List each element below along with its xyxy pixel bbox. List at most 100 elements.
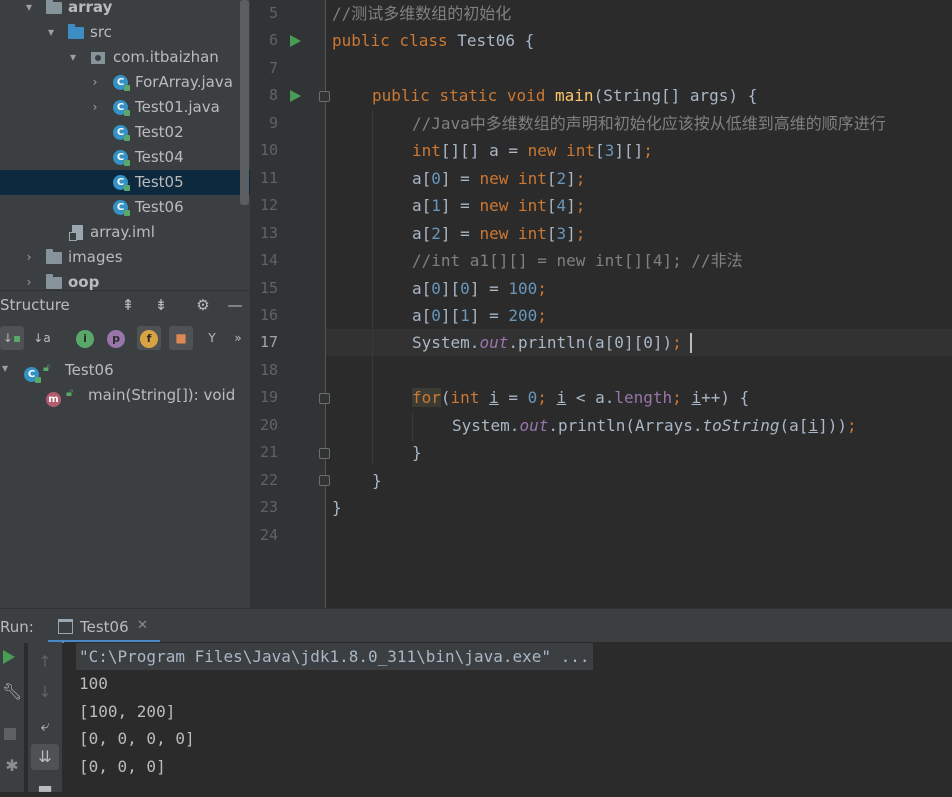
arrow-down-icon[interactable]: ↓ bbox=[35, 682, 55, 701]
tree-item-test06[interactable]: C Test06 bbox=[0, 195, 250, 220]
code-line-13: a[2] = new int[3]; bbox=[412, 224, 586, 243]
tree-item-package[interactable]: ▾ com.itbaizhan bbox=[0, 45, 250, 70]
tree-item-test04[interactable]: C Test04 bbox=[0, 145, 250, 170]
fold-marker-icon[interactable] bbox=[319, 448, 330, 459]
code-text: ++) { bbox=[701, 388, 750, 407]
show-properties-icon[interactable]: p bbox=[104, 326, 128, 350]
text-caret bbox=[690, 333, 692, 353]
tree-item-array-iml[interactable]: array.iml bbox=[0, 220, 250, 245]
file-icon bbox=[69, 224, 87, 241]
loop-variable: i bbox=[808, 416, 819, 435]
print-icon[interactable]: ▬ bbox=[35, 778, 55, 797]
chevron-down-icon[interactable]: ▾ bbox=[66, 49, 80, 65]
number: 1 bbox=[460, 306, 470, 325]
code-text: [ bbox=[595, 141, 605, 160]
code-text: .println(Arrays. bbox=[548, 416, 703, 435]
code-line-9: //Java中多维数组的声明和初始化应该按从低维到高维的顺序进行 bbox=[412, 110, 886, 137]
tree-item-array[interactable]: ▾ array bbox=[0, 0, 250, 20]
chevron-right-icon[interactable]: › bbox=[22, 249, 36, 265]
indent-guide bbox=[412, 412, 413, 442]
static-method: toString bbox=[702, 416, 780, 435]
java-class-icon: C bbox=[113, 199, 130, 216]
line-number: 7 bbox=[268, 59, 278, 77]
chevron-right-icon[interactable]: › bbox=[22, 274, 36, 290]
anonymous-classes-icon[interactable]: Y bbox=[200, 326, 224, 350]
line-number: 15 bbox=[259, 279, 278, 297]
package-icon bbox=[90, 49, 107, 65]
wrench-icon[interactable]: 🔧︎ bbox=[2, 682, 22, 701]
static-field: out bbox=[519, 416, 549, 435]
scroll-to-end-icon[interactable]: ⇊ bbox=[31, 744, 59, 770]
unlock-icon: 🔓︎ bbox=[43, 361, 51, 374]
run-class-icon[interactable] bbox=[290, 35, 301, 47]
structure-class-label: Test06 bbox=[65, 361, 114, 379]
tree-item-label: com.itbaizhan bbox=[113, 48, 219, 66]
chevron-down-icon[interactable]: ▾ bbox=[2, 361, 8, 375]
module-folder-icon bbox=[46, 0, 63, 15]
show-inherited-icon[interactable]: i bbox=[73, 326, 97, 350]
fold-marker-icon[interactable] bbox=[319, 91, 330, 102]
tree-item-label: Test05 bbox=[135, 173, 184, 191]
code-line-20: System.out.println(Arrays.toString(a[i])… bbox=[452, 416, 857, 435]
keyword: int bbox=[556, 141, 596, 160]
chevron-down-icon[interactable]: ▾ bbox=[44, 24, 58, 40]
line-number: 20 bbox=[259, 416, 278, 434]
minimize-icon[interactable]: — bbox=[225, 296, 245, 314]
code-text: System. bbox=[452, 416, 520, 435]
number: 200 bbox=[508, 306, 538, 325]
tree-item-src[interactable]: ▾ src bbox=[0, 20, 250, 45]
java-class-icon: C bbox=[113, 149, 130, 166]
gear-icon[interactable]: ⚙ bbox=[193, 296, 213, 314]
rerun-icon[interactable] bbox=[3, 650, 15, 664]
tree-scrollbar[interactable] bbox=[240, 0, 249, 205]
java-class-icon: C bbox=[113, 74, 130, 91]
line-number: 8 bbox=[268, 86, 278, 104]
line-number-current: 17 bbox=[259, 333, 278, 351]
close-icon[interactable]: ✕ bbox=[137, 618, 148, 633]
stop-icon[interactable] bbox=[4, 728, 16, 740]
structure-toolbar: ↓▪ ↓a i p f ■ Y » bbox=[0, 323, 250, 353]
number: 0 bbox=[460, 279, 470, 298]
console-output-line: [0, 0, 0] bbox=[79, 757, 166, 776]
line-number: 19 bbox=[259, 388, 278, 406]
more-icon[interactable]: » bbox=[229, 326, 247, 350]
run-toolbar-secondary: ↑ ↓ ⤶ ⇊ ▬ bbox=[28, 642, 62, 797]
expand-all-icon[interactable]: ⇞ bbox=[118, 296, 138, 314]
number: 3 bbox=[604, 141, 615, 160]
tree-item-test02[interactable]: C Test02 bbox=[0, 120, 250, 145]
line-number: 13 bbox=[259, 224, 278, 242]
run-tab-label: Test06 bbox=[80, 618, 129, 636]
arrow-up-icon[interactable]: ↑ bbox=[35, 652, 55, 671]
console-icon bbox=[58, 619, 73, 634]
tree-item-forarray[interactable]: › C ForArray.java bbox=[0, 70, 250, 95]
code-line-14: //int a1[][] = new int[][4]; //非法 bbox=[412, 247, 743, 274]
tree-item-test01[interactable]: › C Test01.java bbox=[0, 95, 250, 120]
collapse-all-icon[interactable]: ⇟ bbox=[151, 296, 171, 314]
keyword: int bbox=[450, 388, 480, 407]
keyword: public static void bbox=[372, 86, 546, 105]
sort-alpha-icon[interactable]: ↓a bbox=[30, 326, 54, 350]
soft-wrap-icon[interactable]: ⤶ bbox=[35, 716, 55, 736]
field: length bbox=[614, 388, 673, 407]
tree-item-oop[interactable]: › oop bbox=[0, 270, 250, 290]
tree-item-label: ForArray.java bbox=[135, 73, 233, 91]
run-main-icon[interactable] bbox=[290, 90, 301, 102]
show-fields-icon[interactable]: f bbox=[137, 326, 161, 350]
sort-visibility-icon[interactable]: ↓▪ bbox=[0, 326, 24, 350]
tree-item-images[interactable]: › images bbox=[0, 245, 250, 270]
source-folder-icon bbox=[68, 24, 85, 40]
chevron-right-icon[interactable]: › bbox=[88, 74, 102, 90]
lock-icon[interactable]: ■ bbox=[169, 326, 193, 350]
tree-item-test05[interactable]: C Test05 bbox=[0, 170, 250, 195]
line-number: 9 bbox=[268, 114, 278, 132]
debug-icon[interactable]: ✱ bbox=[2, 756, 22, 775]
run-tab-test06[interactable]: Test06 ✕ bbox=[48, 609, 160, 643]
fold-marker-icon[interactable] bbox=[319, 393, 330, 404]
fold-marker-icon[interactable] bbox=[319, 475, 330, 486]
code-text: .println(a[0][0]) bbox=[508, 333, 673, 352]
code-line-21: } bbox=[412, 443, 422, 462]
chevron-down-icon[interactable]: ▾ bbox=[22, 0, 36, 15]
comment: //测试多维数组的初始化 bbox=[332, 4, 512, 23]
number: 2 bbox=[431, 224, 441, 243]
chevron-right-icon[interactable]: › bbox=[88, 99, 102, 115]
